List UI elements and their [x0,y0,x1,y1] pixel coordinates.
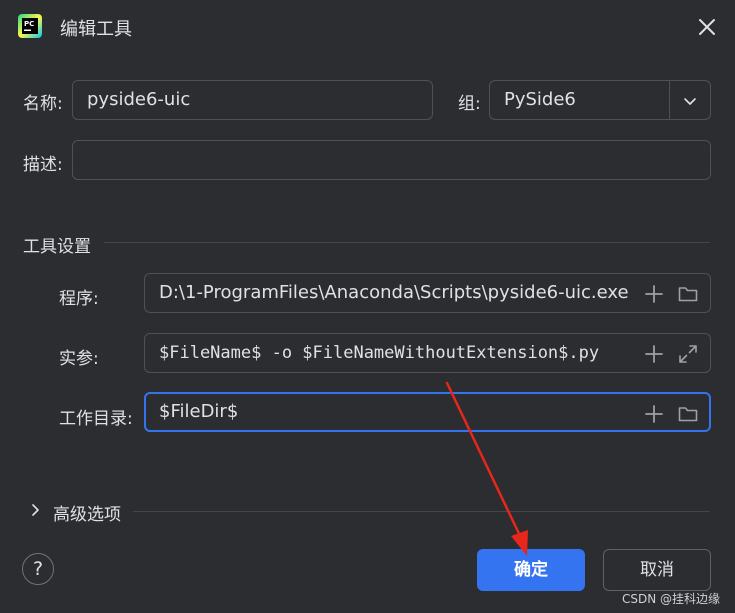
folder-icon[interactable] [677,403,699,425]
folder-icon[interactable] [677,283,699,305]
watermark: CSDN @挂科边缘 [622,592,721,606]
arguments-input-value: $FileName$ -o $FileNameWithoutExtension$… [159,343,600,363]
workdir-label: 工作目录: [59,409,133,429]
program-label: 程序: [59,289,99,309]
group-label: 组: [458,94,481,114]
pycharm-app-icon: PC [18,14,42,38]
chevron-right-icon[interactable] [29,502,43,518]
program-input-value: D:\1-ProgramFiles\Anaconda\Scripts\pysid… [159,282,629,303]
arguments-label: 实参: [59,349,99,369]
plus-icon[interactable] [643,343,665,365]
description-label: 描述: [23,155,63,175]
cancel-button[interactable]: 取消 [603,549,711,591]
tool-settings-divider [104,242,710,243]
plus-icon[interactable] [643,283,665,305]
workdir-input[interactable]: $FileDir$ [144,392,711,432]
workdir-input-value: $FileDir$ [159,401,239,422]
program-input[interactable]: D:\1-ProgramFiles\Anaconda\Scripts\pysid… [144,273,711,313]
help-button[interactable]: ? [22,553,54,585]
advanced-options-toggle[interactable]: 高级选项 [53,500,121,525]
tool-settings-title: 工具设置 [23,237,91,257]
description-input[interactable] [72,140,711,180]
group-combobox-value: PySide6 [504,89,576,110]
name-input-value: pyside6-uic [87,89,191,110]
ok-button[interactable]: 确定 [477,549,585,591]
plus-icon[interactable] [643,403,665,425]
group-combobox[interactable]: PySide6 [489,80,711,120]
svg-text:PC: PC [24,20,34,28]
arguments-input[interactable]: $FileName$ -o $FileNameWithoutExtension$… [144,333,711,373]
name-input[interactable]: pyside6-uic [72,80,433,120]
close-icon[interactable] [696,16,718,38]
chevron-down-icon[interactable] [680,91,700,111]
dialog-title: 编辑工具 [60,19,132,40]
name-label: 名称: [23,94,63,114]
edit-tool-dialog: PC 编辑工具 名称: pyside6-uic 组: PySide6 描述: 工… [0,0,735,613]
expand-icon[interactable] [677,343,699,365]
title-bar: PC 编辑工具 [0,0,735,55]
group-combobox-separator [669,80,670,120]
advanced-options-divider [133,511,710,512]
